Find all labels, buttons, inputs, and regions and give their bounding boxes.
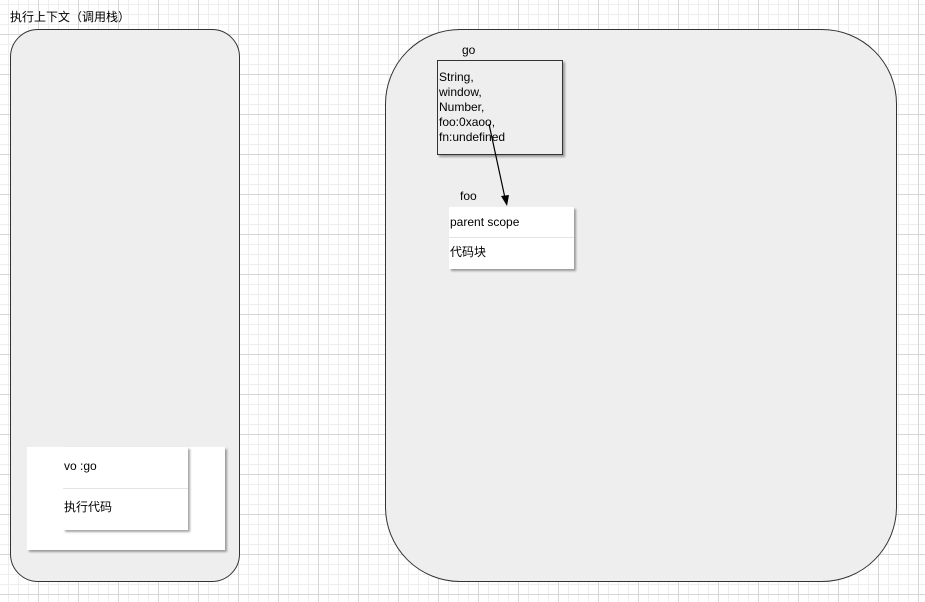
foo-object-box: parent scope 代码块 [449,207,574,269]
foo-divider [449,237,574,238]
frame-divider [63,488,188,489]
call-stack-title: 执行上下文（调用栈） [10,10,131,24]
go-property-line: foo:0xaoo, [439,115,496,129]
foo-object-label: foo [460,189,477,203]
execution-context-inner: vo :go 执行代码 [63,447,188,530]
go-object-label: go [462,43,476,57]
foo-code-block-label: 代码块 [450,245,487,259]
vo-label: vo :go [64,459,97,473]
go-property-line: Number, [439,100,485,114]
go-object-box: String, window, Number, foo:0xaoo, fn:un… [437,60,563,155]
go-property-line: String, [439,70,474,84]
parent-scope-label: parent scope [450,215,520,229]
execute-code-label: 执行代码 [64,500,113,514]
go-property-line: fn:undefined [439,130,506,144]
go-property-line: window, [439,85,482,99]
